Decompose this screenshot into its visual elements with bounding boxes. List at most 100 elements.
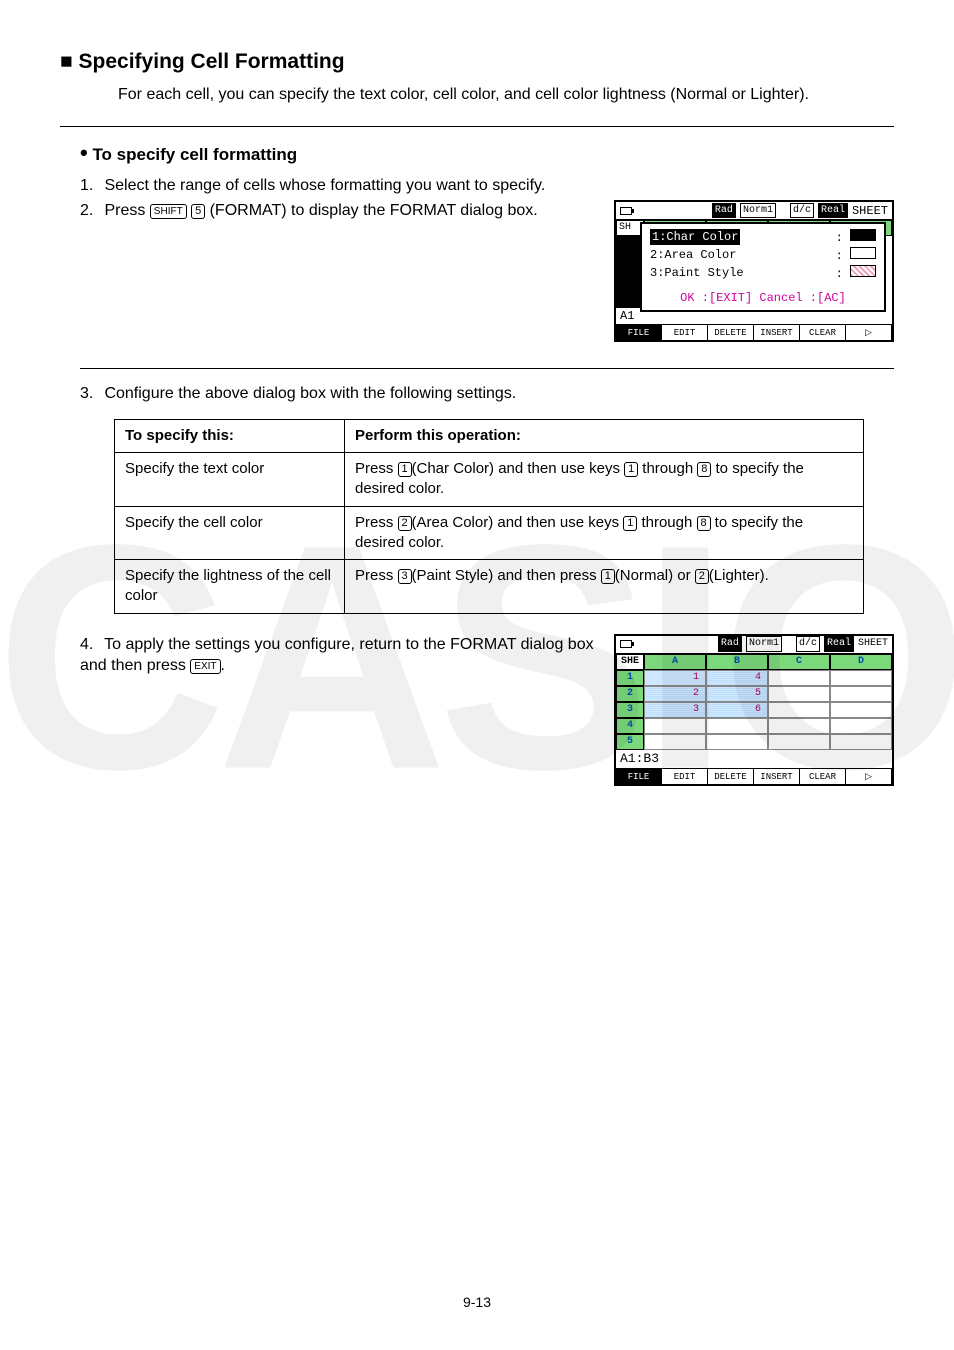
result-screenshot: RadNorm1 d/cReal SHEET SHE A B C D 114 2… — [614, 634, 894, 786]
format-dialog-screenshot: RadNorm1 d/cReal SHEET SH 1:Char Color: — [614, 200, 894, 342]
t: (Area Color) and then use keys — [412, 514, 624, 531]
step-4: 4. To apply the settings you configure, … — [80, 634, 594, 677]
cell-address: A1:B3 — [616, 750, 892, 768]
status-rad: Rad — [712, 203, 736, 219]
status-dc: d/c — [796, 636, 820, 652]
key-3: 3 — [398, 569, 412, 584]
cell — [830, 670, 892, 686]
fn-insert: INSERT — [754, 325, 800, 340]
row-header: 5 — [616, 734, 644, 750]
step-1: 1. Select the range of cells whose forma… — [80, 175, 894, 197]
divider-mid — [80, 368, 894, 369]
t: (Normal) or — [615, 567, 695, 584]
fn-more-icon: ▷ — [846, 769, 892, 784]
col-header-d: D — [830, 654, 892, 670]
popup-line-3: 3:Paint Style — [650, 265, 744, 281]
row1-col2: Press 1(Char Color) and then use keys 1 … — [345, 453, 864, 507]
cell — [706, 734, 768, 750]
status-dc: d/c — [790, 203, 814, 219]
row2-col2: Press 2(Area Color) and then use keys 1 … — [345, 506, 864, 560]
status-sheet: SHEET — [852, 203, 888, 219]
fn-insert: INSERT — [754, 769, 800, 784]
fn-delete: DELETE — [708, 325, 754, 340]
row-header: 2 — [616, 686, 644, 702]
row2-col1: Specify the cell color — [115, 506, 345, 560]
table-header-1: To specify this: — [115, 419, 345, 452]
settings-table: To specify this: Perform this operation:… — [114, 419, 864, 614]
step-2: 2. Press SHIFT 5 (FORMAT) to display the… — [80, 200, 594, 222]
section-title-text: Specifying Cell Formatting — [79, 50, 345, 73]
row1-col1: Specify the text color — [115, 453, 345, 507]
cell-a3: 3 — [644, 702, 706, 718]
battery-icon — [620, 640, 632, 648]
swatch-black — [850, 229, 876, 241]
calc2-status-bar: RadNorm1 d/cReal SHEET — [616, 636, 892, 654]
cell — [768, 670, 830, 686]
step-4-row: 4. To apply the settings you configure, … — [80, 634, 894, 786]
cell-b2: 5 — [706, 686, 768, 702]
key-1: 1 — [601, 569, 615, 584]
step-number: 2. — [80, 200, 100, 222]
fn-more-icon: ▷ — [846, 325, 892, 340]
step-text: Configure the above dialog box with the … — [104, 385, 516, 402]
table-row: Specify the cell color Press 2(Area Colo… — [115, 506, 864, 560]
section-heading: ■ Specifying Cell Formatting — [60, 50, 894, 74]
key-8: 8 — [697, 462, 711, 477]
key-2: 2 — [695, 569, 709, 584]
step-number: 1. — [80, 175, 100, 197]
t: (Char Color) and then use keys — [412, 460, 625, 477]
row-header: 4 — [616, 718, 644, 734]
status-norm: Norm1 — [740, 203, 776, 219]
step-text-a: Press — [104, 202, 149, 219]
subsection-title-text: To specify cell formatting — [92, 145, 297, 164]
cell — [644, 718, 706, 734]
t: (Lighter). — [709, 567, 769, 584]
square-icon: ■ — [60, 50, 73, 73]
row3-col2: Press 3(Paint Style) and then press 1(No… — [345, 560, 864, 614]
table-row: Specify the text color Press 1(Char Colo… — [115, 453, 864, 507]
corner-cell: SHE — [616, 654, 644, 670]
calc-fn-row: FILE EDIT DELETE INSERT CLEAR ▷ — [616, 324, 892, 340]
swatch-hatch — [850, 265, 876, 277]
cell — [830, 686, 892, 702]
step-text-b: . — [221, 657, 225, 674]
table-row: Specify the lightness of the cell color … — [115, 560, 864, 614]
cell — [706, 718, 768, 734]
cell-b1: 4 — [706, 670, 768, 686]
step-number: 4. — [80, 634, 100, 656]
key-1: 1 — [624, 462, 638, 477]
t: Press — [355, 567, 398, 584]
t: (Paint Style) and then press — [412, 567, 601, 584]
row-header: 1 — [616, 670, 644, 686]
cell — [644, 734, 706, 750]
cell-b3: 6 — [706, 702, 768, 718]
step-3: 3. Configure the above dialog box with t… — [80, 383, 894, 405]
status-rad: Rad — [718, 636, 742, 652]
cell — [768, 718, 830, 734]
key-1: 1 — [398, 462, 412, 477]
cell — [830, 734, 892, 750]
status-real: Real — [824, 636, 854, 652]
fn-edit: EDIT — [662, 325, 708, 340]
step-text: Select the range of cells whose formatti… — [104, 177, 545, 194]
cell — [830, 702, 892, 718]
calc-status-bar: RadNorm1 d/cReal SHEET — [616, 202, 892, 220]
key-5: 5 — [191, 204, 205, 219]
key-exit: EXIT — [190, 659, 220, 674]
battery-icon — [620, 207, 632, 215]
cell-a1: 1 — [644, 670, 706, 686]
status-norm: Norm1 — [746, 636, 782, 652]
cell-a2: 2 — [644, 686, 706, 702]
cell — [830, 718, 892, 734]
subsection-heading: • To specify cell formatting — [80, 145, 894, 165]
page-number: 9-13 — [0, 1294, 954, 1310]
divider-top — [60, 126, 894, 127]
key-8: 8 — [697, 516, 711, 531]
fn-clear: CLEAR — [800, 769, 846, 784]
t: through — [637, 514, 696, 531]
fn-edit: EDIT — [662, 769, 708, 784]
col-header-a: A — [644, 654, 706, 670]
popup-line-2: 2:Area Color — [650, 247, 736, 263]
format-popup: 1:Char Color: 2:Area Color: 3:Paint Styl… — [640, 222, 886, 312]
t: Press — [355, 514, 398, 531]
